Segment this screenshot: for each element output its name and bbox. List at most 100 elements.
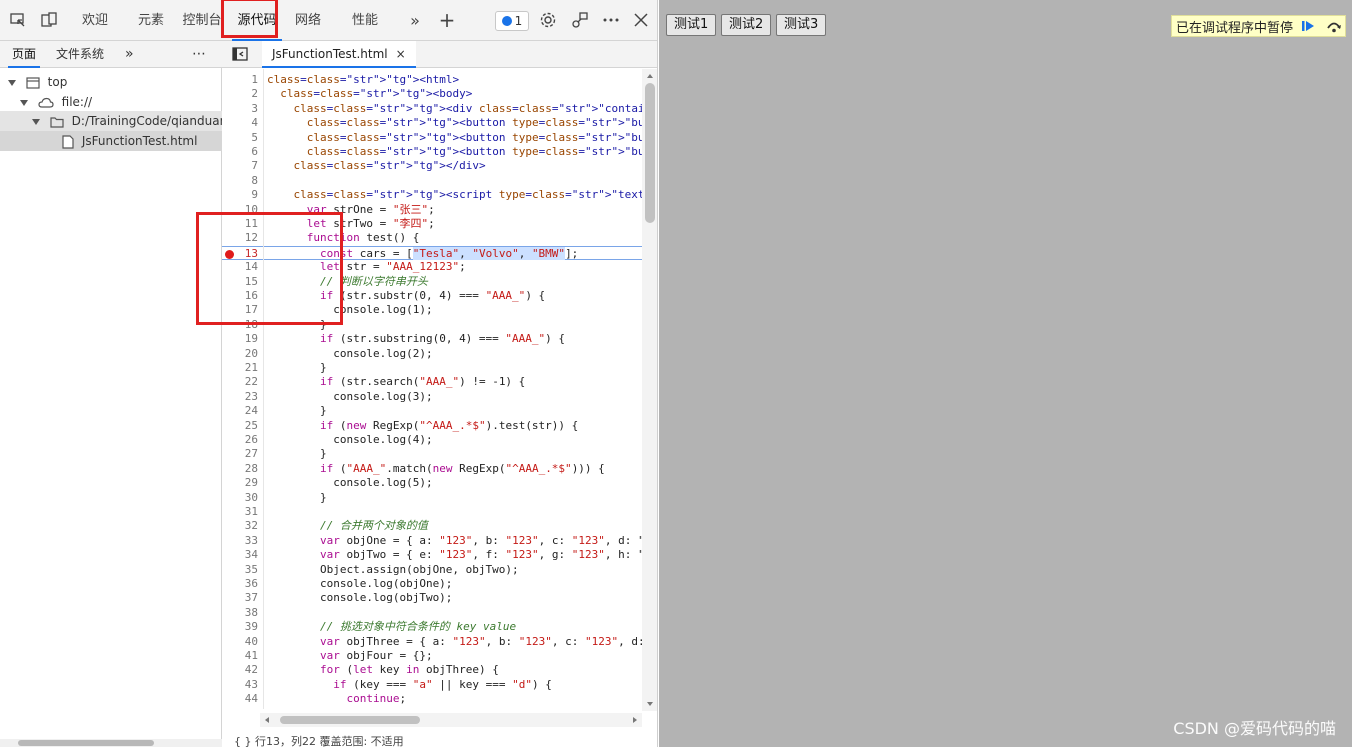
line-number[interactable]: 33 (222, 534, 258, 548)
line-number[interactable]: 44 (222, 692, 258, 706)
code-area[interactable]: 1 class=class="str">"tg"><html> 2 class=cl… (222, 69, 642, 709)
line-number[interactable]: 29 (222, 476, 258, 490)
line-number[interactable]: 19 (222, 332, 258, 346)
tab-welcome[interactable]: 欢迎 (74, 0, 116, 41)
line-number[interactable]: 17 (222, 303, 258, 317)
file-tab-jsfunctiontest[interactable]: JsFunctionTest.html × (262, 41, 416, 68)
tab-network[interactable]: 网络 (290, 0, 326, 41)
resume-icon[interactable] (1297, 16, 1319, 36)
line-number[interactable]: 34 (222, 548, 258, 562)
scroll-left-icon[interactable] (262, 713, 272, 727)
line-number[interactable]: 13 (222, 247, 258, 261)
code-line[interactable]: 19 if (str.substring(0, 4) === "AAA_") { (222, 332, 642, 346)
line-number[interactable]: 23 (222, 390, 258, 404)
code-line[interactable]: 4 class=class="str">"tg"><button type=cl… (222, 116, 642, 130)
code-line[interactable]: 28 if ("AAA_".match(new RegExp("^AAA_.*$… (222, 462, 642, 476)
line-number[interactable]: 30 (222, 491, 258, 505)
code-line[interactable]: 36 console.log(objOne); (222, 577, 642, 591)
code-line[interactable]: 13 const cars = ["Tesla", "Volvo", "BMW"… (222, 245, 642, 261)
code-line[interactable]: 24 } (222, 404, 642, 418)
code-line[interactable]: 30 } (222, 491, 642, 505)
tab-console[interactable]: 控制台 (180, 0, 224, 41)
line-number[interactable]: 14 (222, 260, 258, 274)
device-emulation-icon[interactable] (39, 10, 59, 30)
code-line[interactable]: 21 } (222, 361, 642, 375)
code-line[interactable]: 14 let str = "AAA_12123"; (222, 260, 642, 274)
code-line[interactable]: 26 console.log(4); (222, 433, 642, 447)
toggle-navigator-icon[interactable] (232, 47, 248, 64)
code-line[interactable]: 42 for (let key in objThree) { (222, 663, 642, 677)
tree-item-file-origin[interactable]: file:// (20, 92, 92, 112)
line-number[interactable]: 27 (222, 447, 258, 461)
navigator-menu-button[interactable]: ⋯ (192, 41, 206, 68)
code-line[interactable]: 23 console.log(3); (222, 390, 642, 404)
line-number[interactable]: 5 (222, 131, 258, 145)
code-line[interactable]: 7 class=class="str">"tg"></div> (222, 159, 642, 173)
line-number[interactable]: 28 (222, 462, 258, 476)
scroll-thumb[interactable] (18, 740, 154, 746)
line-number[interactable]: 10 (222, 203, 258, 217)
code-line[interactable]: 39 // 挑选对象中符合条件的 key value (222, 620, 642, 634)
editor-horizontal-scrollbar[interactable] (260, 713, 642, 727)
connections-icon[interactable] (570, 10, 590, 30)
code-line[interactable]: 32 // 合并两个对象的值 (222, 519, 642, 533)
line-number[interactable]: 16 (222, 289, 258, 303)
code-line[interactable]: 38 (222, 606, 642, 620)
code-line[interactable]: 15 // 判断以字符串开头 (222, 275, 642, 289)
tab-sources[interactable]: 源代码 (232, 0, 282, 41)
code-line[interactable]: 35 Object.assign(objOne, objTwo); (222, 563, 642, 577)
line-number[interactable]: 35 (222, 563, 258, 577)
line-number[interactable]: 39 (222, 620, 258, 634)
line-number[interactable]: 22 (222, 375, 258, 389)
line-number[interactable]: 42 (222, 663, 258, 677)
line-number[interactable]: 9 (222, 188, 258, 202)
code-line[interactable]: 20 console.log(2); (222, 347, 642, 361)
code-line[interactable]: 6 class=class="str">"tg"><button type=cl… (222, 145, 642, 159)
line-number[interactable]: 7 (222, 159, 258, 173)
line-number[interactable]: 25 (222, 419, 258, 433)
issues-badge[interactable]: 1 (495, 11, 529, 31)
line-number[interactable]: 1 (222, 73, 258, 87)
tab-elements[interactable]: 元素 (130, 0, 172, 41)
line-number[interactable]: 4 (222, 116, 258, 130)
code-line[interactable]: 9 class=class="str">"tg"><script type=cl… (222, 188, 642, 202)
scroll-thumb[interactable] (645, 83, 655, 223)
line-number[interactable]: 43 (222, 678, 258, 692)
scroll-right-icon[interactable] (630, 713, 640, 727)
more-options-icon[interactable] (601, 10, 621, 30)
line-number[interactable]: 45 (222, 707, 258, 709)
code-line[interactable]: 34 var objTwo = { e: "123", f: "123", g:… (222, 548, 642, 562)
navigator-more-button[interactable]: » (125, 41, 134, 68)
inspect-element-icon[interactable] (8, 10, 28, 30)
line-number[interactable]: 2 (222, 87, 258, 101)
code-line[interactable]: 22 if (str.search("AAA_") != -1) { (222, 375, 642, 389)
line-number[interactable]: 40 (222, 635, 258, 649)
test3-button[interactable]: 测试3 (776, 14, 827, 36)
code-line[interactable]: 27 } (222, 447, 642, 461)
line-number[interactable]: 20 (222, 347, 258, 361)
code-line[interactable]: 12 function test() { (222, 231, 642, 245)
close-devtools-icon[interactable] (631, 10, 651, 30)
tree-item-top[interactable]: top (8, 72, 67, 92)
line-number[interactable]: 31 (222, 505, 258, 519)
code-line[interactable]: 44 continue; (222, 692, 642, 706)
code-line[interactable]: 18 } (222, 318, 642, 332)
code-line[interactable]: 31 (222, 505, 642, 519)
line-number[interactable]: 6 (222, 145, 258, 159)
tab-page[interactable]: 页面 (8, 41, 41, 68)
code-line[interactable]: 17 console.log(1); (222, 303, 642, 317)
line-number[interactable]: 32 (222, 519, 258, 533)
code-line[interactable]: 3 class=class="str">"tg"><div class=clas… (222, 102, 642, 116)
code-line[interactable]: 43 if (key === "a" || key === "d") { (222, 678, 642, 692)
tab-filesystem[interactable]: 文件系统 (56, 41, 104, 68)
code-line[interactable]: 41 var objFour = {}; (222, 649, 642, 663)
line-number[interactable]: 8 (222, 174, 258, 188)
line-number[interactable]: 38 (222, 606, 258, 620)
add-tab-button[interactable]: + (434, 0, 460, 41)
code-line[interactable]: 33 var objOne = { a: "123", b: "123", c:… (222, 534, 642, 548)
line-number[interactable]: 12 (222, 231, 258, 245)
close-tab-icon[interactable]: × (396, 47, 406, 61)
line-number[interactable]: 37 (222, 591, 258, 605)
test2-button[interactable]: 测试2 (721, 14, 772, 36)
code-line[interactable]: 40 var objThree = { a: "123", b: "123", … (222, 635, 642, 649)
